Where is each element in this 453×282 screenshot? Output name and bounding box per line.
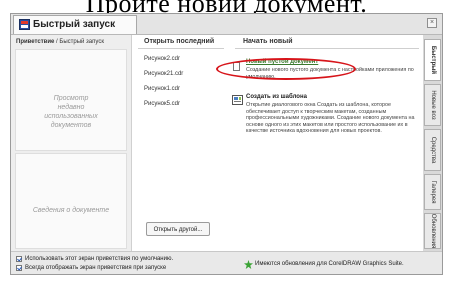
title-bar: Быстрый запуск × — [11, 14, 442, 35]
side-tab-tools[interactable]: Средства — [424, 129, 441, 171]
side-tab-new[interactable]: Новые воз — [424, 84, 441, 126]
show-on-startup-checkbox[interactable] — [16, 265, 22, 271]
side-tab-updates[interactable]: Обновления — [424, 213, 441, 249]
side-tab-gallery[interactable]: Галерея — [424, 174, 441, 210]
default-screen-label: Использовать этот экран приветствия по у… — [25, 256, 174, 262]
open-other-button[interactable]: Открыть другой... — [146, 222, 210, 236]
left-panel: Приветствие / Быстрый запуск Просмотр не… — [11, 35, 132, 251]
recent-file[interactable]: Рисунок1.cdr — [144, 86, 180, 92]
update-star-icon — [244, 260, 253, 269]
document-info-area — [15, 153, 127, 249]
recent-file[interactable]: Рисунок21.cdr — [144, 71, 183, 77]
recent-header: Открыть последний — [144, 38, 215, 45]
app-icon — [19, 19, 30, 30]
breadcrumb-rest: / Быстрый запуск — [54, 39, 104, 45]
recent-file[interactable]: Рисунок2.cdr — [144, 56, 180, 62]
recent-column: Открыть последний Рисунок2.cdr Рисунок21… — [132, 35, 228, 251]
default-screen-checkbox[interactable] — [16, 256, 22, 262]
update-notice[interactable]: Имеются обновления для CorelDRAW Graphic… — [255, 261, 404, 267]
document-info-placeholder: Сведения о документе — [32, 207, 110, 214]
footer-bar: Использовать этот экран приветствия по у… — [11, 251, 442, 274]
show-on-startup-label: Всегда отображать экран приветствия при … — [25, 265, 167, 271]
from-template-link[interactable]: Создать из шаблона — [246, 94, 307, 100]
from-template-description: Открытие диалогового окна Создать из шаб… — [246, 102, 415, 135]
divider — [138, 48, 224, 49]
side-tab-quick[interactable]: Быстрый — [424, 39, 441, 81]
preview-placeholder: Просмотр недавно использованных документ… — [44, 95, 98, 129]
close-button[interactable]: × — [427, 18, 437, 28]
quick-start-tab[interactable]: Быстрый запуск — [13, 15, 137, 34]
start-new-header: Начать новый — [243, 38, 293, 45]
window-title: Быстрый запуск — [33, 19, 116, 30]
template-icon — [232, 95, 243, 105]
content-area: Приветствие / Быстрый запуск Просмотр не… — [11, 35, 423, 251]
recent-file[interactable]: Рисунок5.cdr — [144, 101, 180, 107]
side-tabs: Быстрый Новые воз Средства Галерея Обнов… — [423, 35, 442, 251]
breadcrumb: Приветствие / Быстрый запуск — [16, 39, 104, 45]
highlight-ellipse — [216, 58, 356, 80]
welcome-window: Быстрый запуск × Приветствие / Быстрый з… — [10, 13, 443, 275]
divider — [235, 48, 419, 49]
breadcrumb-current[interactable]: Приветствие — [16, 39, 54, 45]
